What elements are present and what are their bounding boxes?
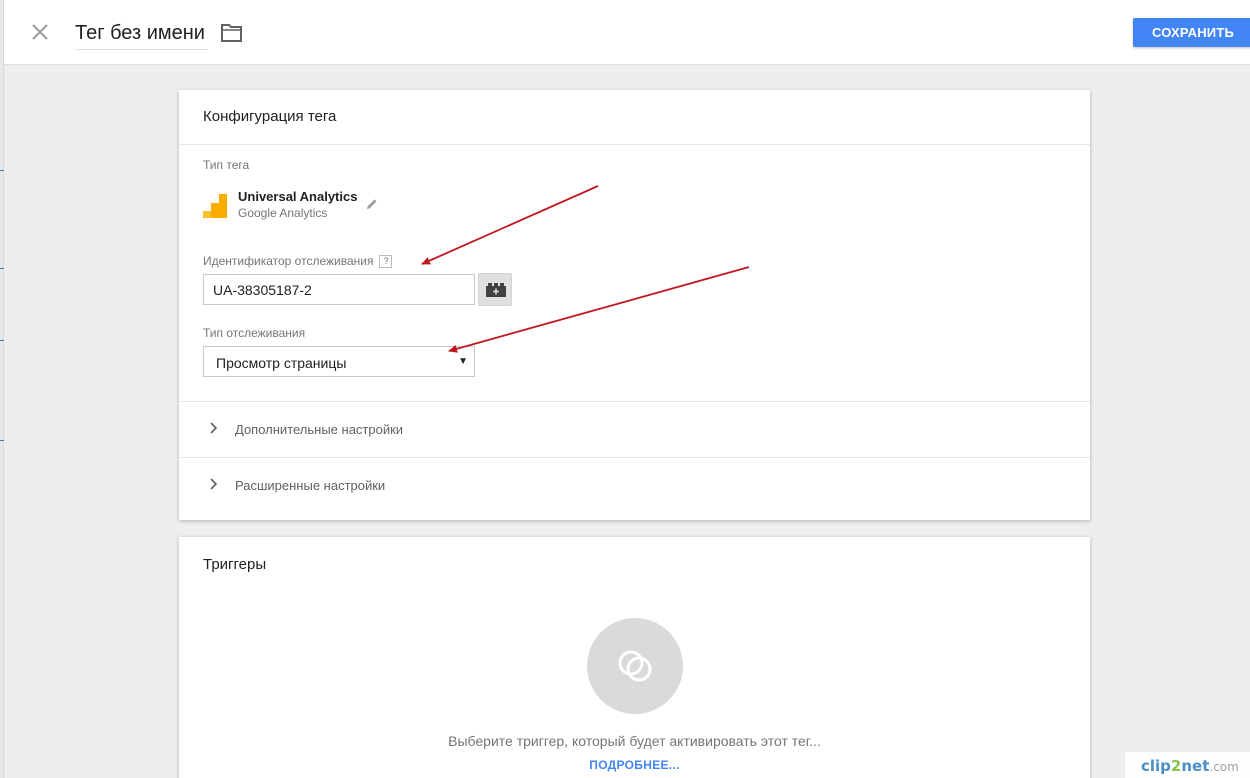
tag-type-provider: Google Analytics <box>238 206 328 220</box>
tag-type-name: Universal Analytics <box>238 189 358 204</box>
folder-icon[interactable] <box>220 22 244 44</box>
chevron-right-icon <box>210 478 218 490</box>
tag-name-field[interactable]: Тег без имени <box>75 20 208 50</box>
watermark: clip2net.com <box>1125 752 1250 778</box>
left-background-strip <box>0 0 4 778</box>
tag-type-label: Тип тега <box>203 158 250 172</box>
universal-analytics-icon <box>203 194 227 218</box>
strip-mark <box>0 440 4 441</box>
learn-more-link[interactable]: ПОДРОБНЕЕ... <box>179 758 1090 772</box>
tag-name: Тег без имени <box>75 22 205 44</box>
tracking-type-select[interactable]: Просмотр страницы ▼ <box>203 346 475 377</box>
wm-part: 2 <box>1170 757 1182 775</box>
triggers-title: Триггеры <box>203 556 267 573</box>
tag-configuration-card: Конфигурация тега Тип тега Universal Ana… <box>179 90 1090 520</box>
advanced-settings-expander[interactable]: Расширенные настройки <box>179 458 1090 513</box>
chevron-right-icon <box>210 422 218 434</box>
trigger-hint: Выберите триггер, который будет активиро… <box>448 733 821 749</box>
top-bar: Тег без имени СОХРАНИТЬ <box>4 0 1250 65</box>
save-button[interactable]: СОХРАНИТЬ <box>1133 18 1250 47</box>
additional-settings-label: Дополнительные настройки <box>235 422 404 437</box>
wm-part: .com <box>1209 760 1239 774</box>
strip-mark <box>0 170 4 171</box>
additional-settings-expander[interactable]: Дополнительные настройки <box>179 402 1090 457</box>
triggers-card: Триггеры Выберите триггер, который будет… <box>179 537 1090 778</box>
tracking-id-label-text: Идентификатор отслеживания <box>203 254 374 268</box>
wm-part: clip <box>1141 757 1171 775</box>
card-title: Конфигурация тега <box>203 108 337 125</box>
tracking-id-label: Идентификатор отслеживания? <box>203 254 393 268</box>
help-icon[interactable]: ? <box>379 255 393 268</box>
watermark-text: clip2net.com <box>1141 757 1239 775</box>
tracking-type-value: Просмотр страницы <box>216 355 347 371</box>
strip-mark <box>0 268 4 269</box>
close-icon <box>32 24 48 40</box>
divider <box>179 144 1090 145</box>
tracking-type-label: Тип отслеживания <box>203 326 306 340</box>
variable-brick-icon <box>486 283 506 297</box>
trigger-rings-icon <box>618 650 652 682</box>
close-button[interactable] <box>28 20 52 44</box>
caret-down-icon: ▼ <box>458 356 468 367</box>
advanced-settings-label: Расширенные настройки <box>235 478 386 493</box>
add-trigger-button[interactable] <box>587 618 683 714</box>
wm-part: net <box>1181 757 1210 775</box>
insert-variable-button[interactable] <box>478 273 512 306</box>
pencil-icon[interactable] <box>365 197 379 211</box>
strip-mark <box>0 340 4 341</box>
tracking-id-input[interactable] <box>203 274 475 305</box>
